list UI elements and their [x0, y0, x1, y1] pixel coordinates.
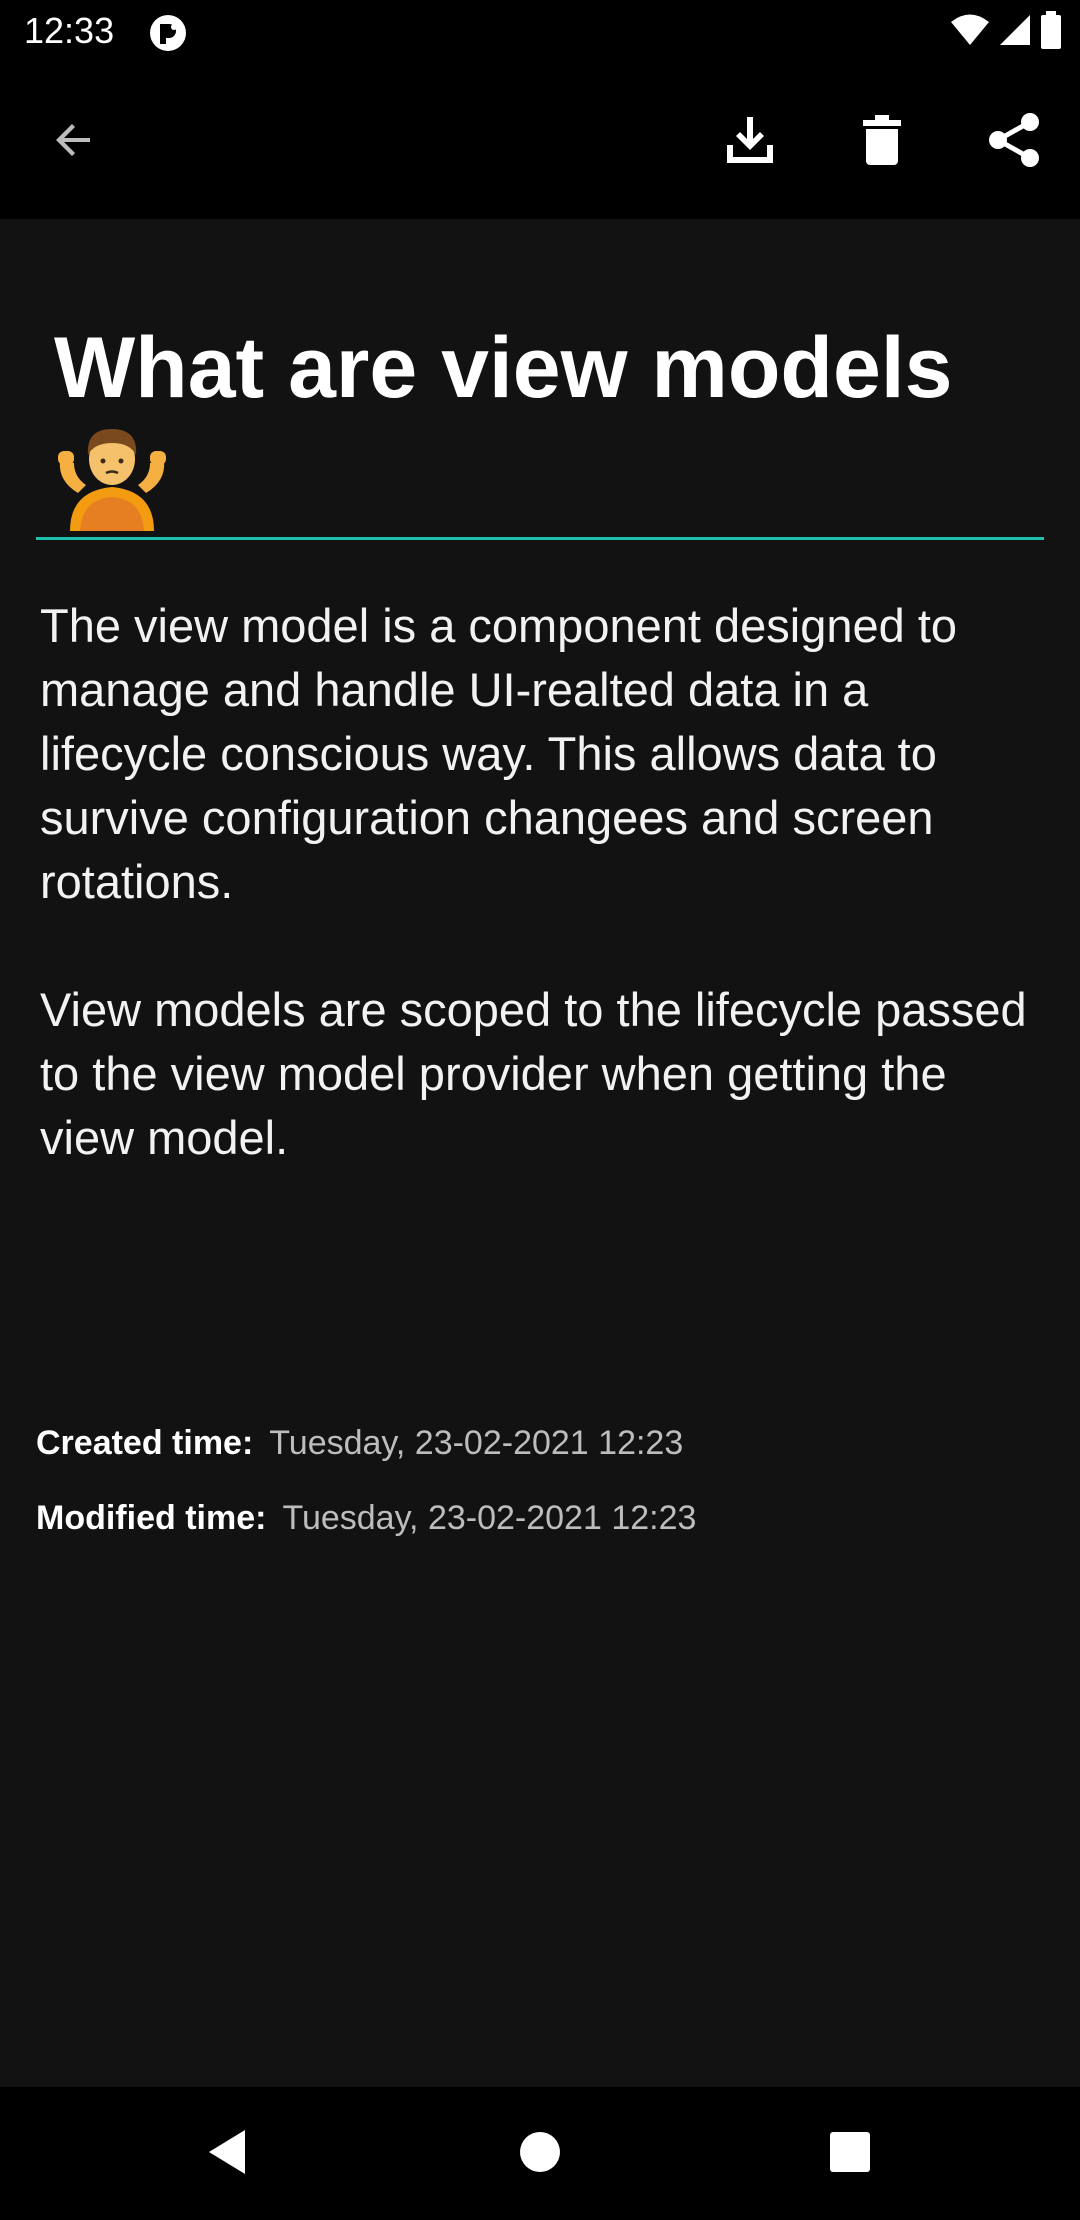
- app-toolbar: [0, 64, 1080, 219]
- note-content: What are view models The view model is a…: [0, 219, 1080, 2087]
- modified-time-row: Modified time: Tuesday, 23-02-2021 12:23: [36, 1499, 696, 1574]
- status-time: 12:33: [24, 10, 115, 51]
- system-navigation-bar: [0, 2087, 1080, 2220]
- modified-time-value: Tuesday, 23-02-2021 12:23: [282, 1499, 697, 1537]
- status-bar: 12:33: [0, 0, 1080, 64]
- note-paragraph-1: The view model is a component designed t…: [40, 599, 958, 908]
- modified-time-label: Modified time:: [36, 1499, 267, 1537]
- created-time-label: Created time:: [36, 1424, 254, 1462]
- created-time-row: Created time: Tuesday, 23-02-2021 12:23: [36, 1424, 696, 1499]
- nav-home-button[interactable]: [503, 2117, 577, 2191]
- title-emoji: [36, 421, 1044, 531]
- download-icon: [723, 113, 777, 172]
- cellular-signal-icon: [998, 13, 1032, 52]
- trash-icon: [860, 113, 904, 172]
- back-button[interactable]: [38, 106, 110, 178]
- note-paragraph-2: View models are scoped to the lifecycle …: [40, 983, 1027, 1164]
- share-button[interactable]: [978, 106, 1050, 178]
- nav-back-button[interactable]: [190, 2117, 264, 2191]
- note-body[interactable]: The view model is a component designed t…: [40, 594, 1040, 1170]
- share-icon: [986, 112, 1042, 173]
- title-field[interactable]: What are view models: [36, 315, 1044, 540]
- nav-recents-button[interactable]: [813, 2117, 887, 2191]
- note-title[interactable]: What are view models: [36, 315, 1044, 421]
- nav-home-icon: [518, 2130, 562, 2179]
- nav-back-icon: [205, 2128, 249, 2181]
- status-icons: [950, 10, 1062, 54]
- note-metadata: Created time: Tuesday, 23-02-2021 12:23 …: [36, 1424, 696, 1574]
- back-arrow-icon: [50, 116, 98, 169]
- battery-icon: [1040, 10, 1062, 54]
- wifi-icon: [950, 13, 990, 52]
- nav-recents-icon: [829, 2131, 871, 2178]
- created-time-value: Tuesday, 23-02-2021 12:23: [269, 1424, 684, 1462]
- download-button[interactable]: [714, 106, 786, 178]
- app-notification-icon: [148, 13, 188, 53]
- person-shrugging-emoji-icon: [56, 429, 168, 535]
- delete-button[interactable]: [846, 106, 918, 178]
